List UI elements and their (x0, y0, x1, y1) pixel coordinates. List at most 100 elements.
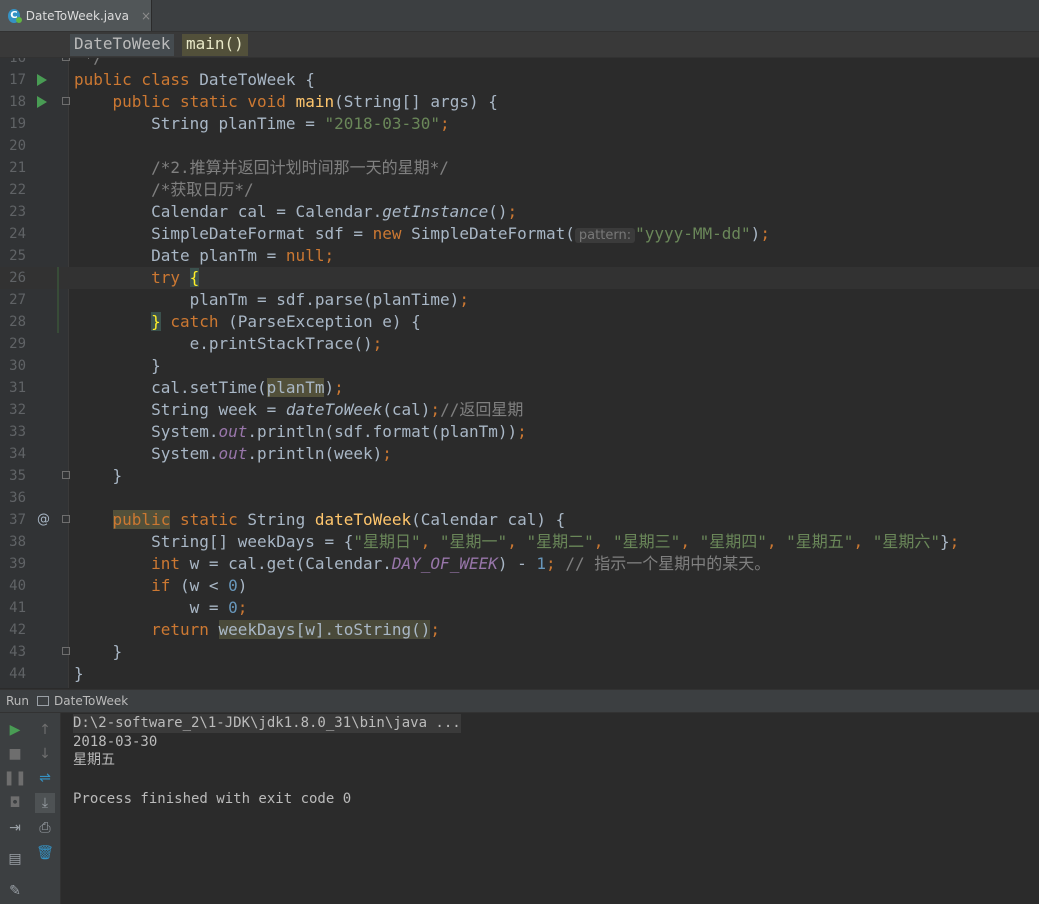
line-number: 26 (9, 270, 26, 286)
breadcrumb-method[interactable]: main() (182, 34, 248, 56)
console-output-line: 星期五 (73, 752, 115, 768)
dump-threads-icon[interactable]: ◘ (5, 793, 25, 813)
vcs-change-marker[interactable] (57, 289, 59, 311)
code-text: SimpleDateFormat sdf = new SimpleDateFor… (74, 224, 770, 243)
code-text: Calendar cal = Calendar.getInstance(); (74, 202, 518, 221)
fold-marker-icon[interactable] (62, 58, 70, 61)
line-number: 21 (9, 160, 26, 176)
line-number: 16 (9, 58, 26, 66)
tab-label: DateToWeek.java (25, 8, 129, 23)
code-text: planTm = sdf.parse(planTime); (74, 290, 469, 309)
soft-wrap-icon[interactable]: ⇌ (35, 768, 55, 788)
close-icon[interactable]: × (141, 9, 151, 23)
code-line: 36 (0, 487, 1039, 509)
run-tool-window-header: Run DateToWeek (0, 689, 1039, 713)
line-number: 24 (9, 226, 26, 242)
code-text: /*2.推算并返回计划时间那一天的星期*/ (151, 158, 449, 177)
line-number: 36 (9, 490, 26, 506)
line-number: 42 (9, 622, 26, 638)
vcs-change-marker[interactable] (57, 311, 59, 333)
run-config-tab[interactable]: DateToWeek (54, 694, 128, 708)
fold-marker-icon[interactable] (62, 97, 70, 105)
code-line: 31 cal.setTime(planTm); (0, 377, 1039, 399)
line-number: 19 (9, 116, 26, 132)
code-line: 38 String[] weekDays = {"星期日", "星期一", "星… (0, 531, 1039, 553)
console-command-line[interactable]: D:\2-software_2\1-JDK\jdk1.8.0_31\bin\ja… (73, 714, 461, 733)
editor-tab-bar: C DateToWeek.java × (0, 0, 1039, 32)
code-text: */ (74, 58, 103, 69)
vcs-change-marker[interactable] (57, 267, 59, 289)
java-class-icon: C (8, 8, 22, 23)
breadcrumb-class[interactable]: DateToWeek (70, 34, 175, 56)
code-line: 28 } catch (ParseException e) { (0, 311, 1039, 333)
fold-marker-icon[interactable] (62, 471, 70, 479)
code-line: 16 */ (0, 58, 1039, 69)
line-number: 40 (9, 578, 26, 594)
exit-icon[interactable]: ⇥ (5, 818, 25, 838)
run-config-icon (37, 696, 50, 706)
code-text: } (74, 356, 161, 375)
code-text: public static void main(String[] args) { (112, 92, 498, 111)
code-text: } (74, 664, 84, 683)
code-text: public class DateToWeek { (74, 70, 315, 89)
code-line: 24 SimpleDateFormat sdf = new SimpleDate… (0, 223, 1039, 245)
code-line: 41 w = 0; (0, 597, 1039, 619)
scroll-to-end-icon[interactable]: ⤓ (35, 793, 55, 813)
up-arrow-icon[interactable]: ↑ (35, 720, 55, 740)
code-line: 23 Calendar cal = Calendar.getInstance()… (0, 201, 1039, 223)
code-line: 21 /*2.推算并返回计划时间那一天的星期*/ (0, 157, 1039, 179)
code-line: 34 System.out.println(week); (0, 443, 1039, 465)
line-number: 32 (9, 402, 26, 418)
code-editor[interactable]: 16 */ 17 public class DateToWeek { 18 pu… (0, 58, 1039, 688)
fold-marker-icon[interactable] (62, 515, 70, 523)
print-icon[interactable]: ⎙ (35, 818, 55, 838)
line-number: 28 (9, 314, 26, 330)
line-number: 34 (9, 446, 26, 462)
run-method-icon[interactable] (37, 96, 47, 108)
console-output[interactable]: D:\2-software_2\1-JDK\jdk1.8.0_31\bin\ja… (61, 713, 1039, 904)
down-arrow-icon[interactable]: ↓ (35, 744, 55, 764)
tab-datetoweek-java[interactable]: C DateToWeek.java × (0, 0, 152, 31)
line-number: 33 (9, 424, 26, 440)
pin-icon[interactable]: ✎ (5, 881, 25, 901)
code-line: 33 System.out.println(sdf.format(planTm)… (0, 421, 1039, 443)
code-text: } (74, 466, 123, 485)
code-text: } (74, 642, 123, 661)
trash-icon[interactable]: 🗑 (35, 843, 55, 863)
line-number: 17 (9, 72, 26, 88)
line-number: 37 (9, 512, 26, 528)
rerun-icon[interactable]: ▶ (5, 720, 25, 740)
code-line: 40 if (w < 0) (0, 575, 1039, 597)
line-number: 39 (9, 556, 26, 572)
code-line: 39 int w = cal.get(Calendar.DAY_OF_WEEK)… (0, 553, 1039, 575)
code-text: e.printStackTrace(); (74, 334, 383, 353)
parameter-hint: pattern: (574, 228, 636, 243)
recursive-call-icon[interactable]: @ (37, 512, 50, 528)
code-text: /*获取日历*/ (151, 180, 254, 199)
code-text: w = 0; (74, 598, 248, 617)
code-line: 30 } (0, 355, 1039, 377)
line-number: 35 (9, 468, 26, 484)
line-number: 27 (9, 292, 26, 308)
line-number: 43 (9, 644, 26, 660)
code-text: if (w < 0) (151, 576, 248, 595)
code-line: 20 (0, 135, 1039, 157)
pause-icon[interactable]: ❚❚ (3, 768, 26, 788)
run-panel-label[interactable]: Run (6, 694, 29, 708)
fold-marker-icon[interactable] (62, 647, 70, 655)
code-line: 18 public static void main(String[] args… (0, 91, 1039, 113)
code-line: 37 @ public static String dateToWeek(Cal… (0, 509, 1039, 531)
run-toolbar: ▶ ■ ❚❚ ◘ ⇥ ▤ ✎ ↑ ↓ ⇌ ⤓ ⎙ 🗑 (0, 713, 61, 904)
run-class-icon[interactable] (37, 74, 47, 86)
layout-icon[interactable]: ▤ (5, 849, 25, 869)
code-text: System.out.println(sdf.format(planTm)); (74, 422, 527, 441)
stop-icon[interactable]: ■ (5, 744, 25, 764)
code-line: 35 } (0, 465, 1039, 487)
code-text: System.out.println(week); (74, 444, 392, 463)
console-output-line: 2018-03-30 (73, 734, 158, 750)
line-number: 29 (9, 336, 26, 352)
code-text: String planTime = "2018-03-30"; (74, 114, 450, 133)
code-line: 32 String week = dateToWeek(cal);//返回星期 (0, 399, 1039, 421)
code-text: String week = dateToWeek(cal);//返回星期 (74, 400, 524, 419)
code-line: 44 } (0, 663, 1039, 685)
